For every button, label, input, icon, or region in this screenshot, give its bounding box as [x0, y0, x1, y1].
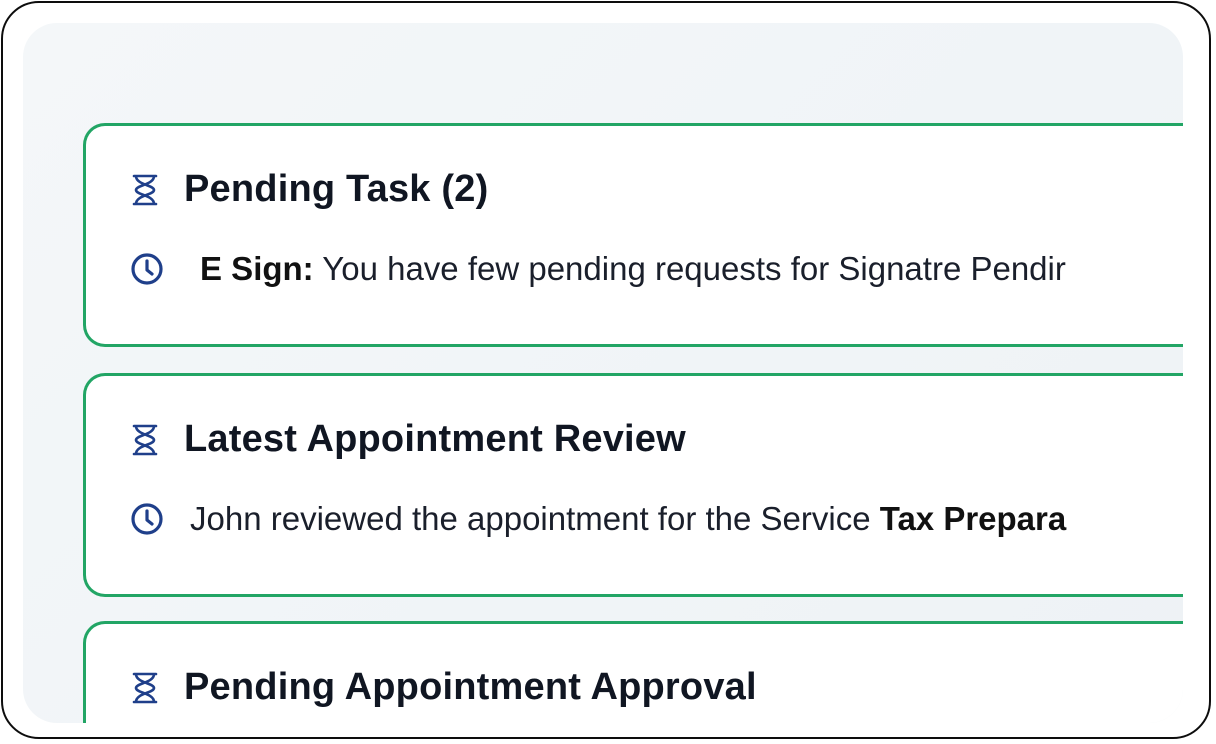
dashboard-panel: Pending Task (2) E Sign: You have few pe… — [23, 23, 1183, 723]
card-header: Latest Appointment Review — [130, 418, 686, 461]
card-header: Pending Task (2) — [130, 168, 488, 211]
clock-icon — [130, 502, 164, 536]
row-text: John reviewed the appointment for the Se… — [190, 500, 1066, 538]
card-row[interactable]: E Sign: You have few pending requests fo… — [130, 250, 1066, 288]
hourglass-icon — [130, 671, 160, 705]
row-message: You have few pending requests for Signat… — [313, 250, 1066, 287]
appointment-review-card[interactable]: Latest Appointment Review John reviewed … — [83, 373, 1183, 597]
card-title: Pending Task (2) — [184, 168, 489, 210]
clock-icon — [130, 252, 164, 286]
hourglass-icon — [130, 423, 160, 457]
card-title: Pending Appointment Approval — [184, 666, 757, 708]
pending-task-card[interactable]: Pending Task (2) E Sign: You have few pe… — [83, 123, 1183, 347]
card-title: Latest Appointment Review — [184, 418, 686, 460]
card-row[interactable]: John reviewed the appointment for the Se… — [130, 500, 1066, 538]
row-text: E Sign: You have few pending requests fo… — [200, 250, 1066, 288]
card-header: Pending Appointment Approval — [130, 666, 757, 709]
appointment-approval-card[interactable]: Pending Appointment Approval — [83, 621, 1183, 723]
hourglass-icon — [130, 173, 160, 207]
row-bold-service: Tax Prepara — [879, 500, 1067, 537]
row-message: John reviewed the appointment for the Se… — [190, 500, 880, 537]
device-frame: Pending Task (2) E Sign: You have few pe… — [1, 1, 1211, 739]
row-bold-label: E Sign: — [200, 250, 314, 287]
